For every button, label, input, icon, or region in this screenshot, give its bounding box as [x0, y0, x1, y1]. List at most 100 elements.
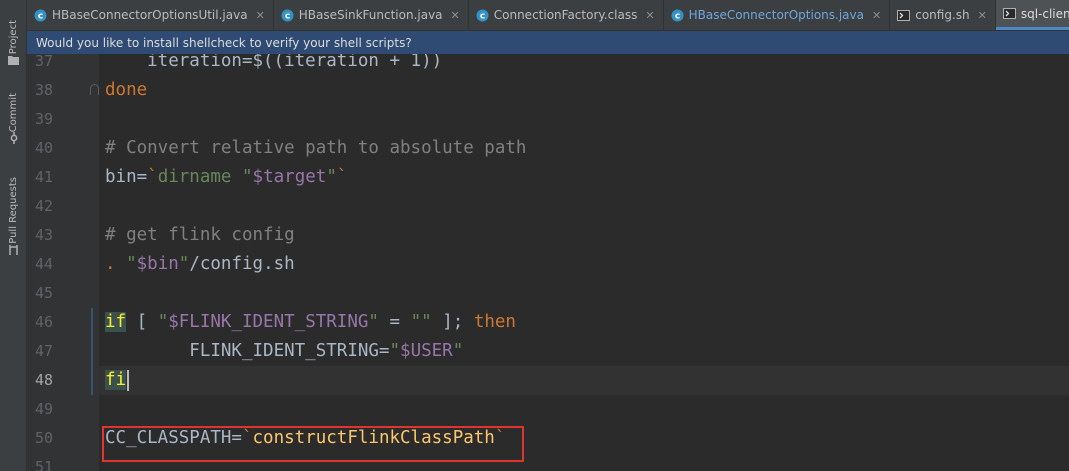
code-text: fi: [105, 366, 130, 395]
code-line[interactable]: [99, 192, 1069, 221]
pull-requests-tool-button[interactable]: Pull Requests: [5, 160, 22, 256]
code-text: FLINK_IDENT_STRING="$USER": [105, 337, 463, 366]
code-line[interactable]: # Convert relative path to absolute path: [99, 134, 1069, 163]
code-token: fi: [105, 370, 127, 390]
line-number: 50: [34, 429, 53, 447]
shell-script-icon: [897, 9, 911, 21]
code-line[interactable]: [99, 105, 1069, 134]
line-number: 45: [34, 284, 53, 302]
code-editor[interactable]: 37 iteration=$((iteration + 1)) 38 done 39 4…: [27, 54, 1069, 471]
line-number: 49: [34, 400, 53, 418]
banner-text: Would you like to install shellcheck to …: [36, 35, 412, 50]
tab-label: sql-client.sh: [1020, 6, 1069, 21]
code-token: `: [147, 167, 158, 187]
line-number: 51: [34, 458, 53, 471]
line-number: 48: [34, 371, 53, 389]
code-line[interactable]: [99, 395, 1069, 424]
code-token: dirname: [157, 167, 242, 187]
code-text: # get flink config: [105, 221, 295, 250]
code-token: then: [473, 312, 516, 332]
svg-text:c: c: [38, 11, 43, 21]
shell-script-icon: [1002, 8, 1016, 19]
svg-text:c: c: [285, 11, 290, 21]
class-icon: c: [34, 9, 47, 21]
code-token: iteration=$((iteration + 1)): [105, 54, 443, 71]
code-token: # get flink config: [105, 225, 295, 245]
code-token: bin=: [105, 167, 148, 187]
tab-label: HBaseSinkFunction.java: [298, 8, 443, 22]
tab-hbase-connector-options-util[interactable]: c HBaseConnectorOptionsUtil.java ✕: [27, 0, 274, 30]
folder-icon: [8, 54, 20, 66]
pull-request-icon: [8, 244, 20, 256]
code-line[interactable]: iteration=$((iteration + 1)): [99, 54, 1069, 76]
code-token: ": [326, 167, 337, 187]
tab-label: HBaseConnectorOptions.java: [688, 8, 864, 22]
editor-tab-bar: c HBaseConnectorOptionsUtil.java ✕ c HBa…: [27, 0, 1069, 31]
code-token: `: [336, 167, 348, 187]
code-token: $target: [252, 167, 327, 187]
pull-requests-tool-label: Pull Requests: [7, 177, 19, 244]
code-token: ": [389, 341, 401, 361]
line-number: 39: [34, 110, 53, 128]
tab-sql-client-sh[interactable]: sql-client.sh ✕: [995, 0, 1069, 30]
text-caret: [127, 369, 130, 391]
code-token: ": [178, 254, 190, 274]
ide-window: Project Commit Pull Requests c HBaseConn…: [0, 0, 1069, 471]
commit-icon: [8, 132, 20, 144]
class-icon: c: [476, 9, 489, 21]
code-token: $USER: [400, 341, 453, 361]
fold-marker-icon[interactable]: [90, 84, 99, 95]
code-text: . "$bin"/config.sh: [105, 250, 295, 279]
svg-text:c: c: [480, 11, 485, 21]
vcs-change-marker[interactable]: [91, 308, 93, 395]
code-line[interactable]: done: [99, 76, 1069, 105]
tab-connection-factory[interactable]: c ConnectionFactory.class ✕: [469, 0, 664, 30]
code-text: done: [105, 76, 147, 105]
code-token: "": [410, 312, 432, 332]
code-line[interactable]: . "$bin"/config.sh: [99, 250, 1069, 279]
code-token: [: [126, 312, 158, 332]
line-number: 46: [34, 313, 53, 331]
code-token: ": [368, 312, 379, 332]
close-icon[interactable]: ✕: [645, 9, 654, 22]
close-icon[interactable]: ✕: [451, 9, 460, 22]
class-icon: c: [671, 9, 684, 21]
code-line[interactable]: [99, 279, 1069, 308]
code-line[interactable]: FLINK_IDENT_STRING="$USER": [99, 337, 1069, 366]
tab-hbase-sink-function[interactable]: c HBaseSinkFunction.java ✕: [274, 0, 469, 30]
tab-label: ConnectionFactory.class: [493, 8, 638, 22]
code-token: ": [242, 167, 253, 187]
tab-config-sh[interactable]: config.sh ✕: [890, 0, 996, 30]
tab-label: HBaseConnectorOptionsUtil.java: [52, 8, 248, 22]
code-token: .: [105, 254, 127, 274]
close-icon[interactable]: ✕: [256, 9, 265, 22]
code-token: ": [126, 254, 137, 274]
close-icon[interactable]: ✕: [872, 9, 881, 22]
code-token: $bin: [136, 254, 179, 274]
code-line[interactable]: bin=`dirname "$target"`: [99, 163, 1069, 192]
line-number: 47: [34, 342, 53, 360]
tab-hbase-connector-options[interactable]: c HBaseConnectorOptions.java ✕: [664, 0, 891, 30]
code-text: iteration=$((iteration + 1)): [105, 54, 442, 76]
line-number: 44: [34, 255, 53, 273]
close-icon[interactable]: ✕: [978, 9, 987, 22]
code-token: done: [105, 80, 148, 100]
code-token: /config.sh: [189, 254, 295, 274]
line-number: 43: [34, 226, 53, 244]
shellcheck-notification-banner[interactable]: Would you like to install shellcheck to …: [27, 31, 1069, 54]
code-line[interactable]: # get flink config: [99, 221, 1069, 250]
line-number: 42: [34, 197, 53, 215]
code-token: ": [157, 312, 169, 332]
code-line[interactable]: fi: [99, 366, 1069, 395]
class-icon: c: [281, 9, 294, 21]
code-token: ": [452, 341, 464, 361]
project-tool-label: Project: [7, 19, 19, 54]
line-number: 38: [34, 81, 53, 99]
tool-window-strip: Project Commit Pull Requests: [0, 0, 27, 471]
code-token: $FLINK_IDENT_STRING: [168, 312, 369, 332]
project-tool-button[interactable]: Project: [5, 10, 22, 66]
code-token: =: [378, 312, 411, 332]
code-line[interactable]: if [ "$FLINK_IDENT_STRING" = "" ]; then: [99, 308, 1069, 337]
tab-label: config.sh: [915, 8, 970, 22]
commit-tool-button[interactable]: Commit: [5, 84, 22, 144]
